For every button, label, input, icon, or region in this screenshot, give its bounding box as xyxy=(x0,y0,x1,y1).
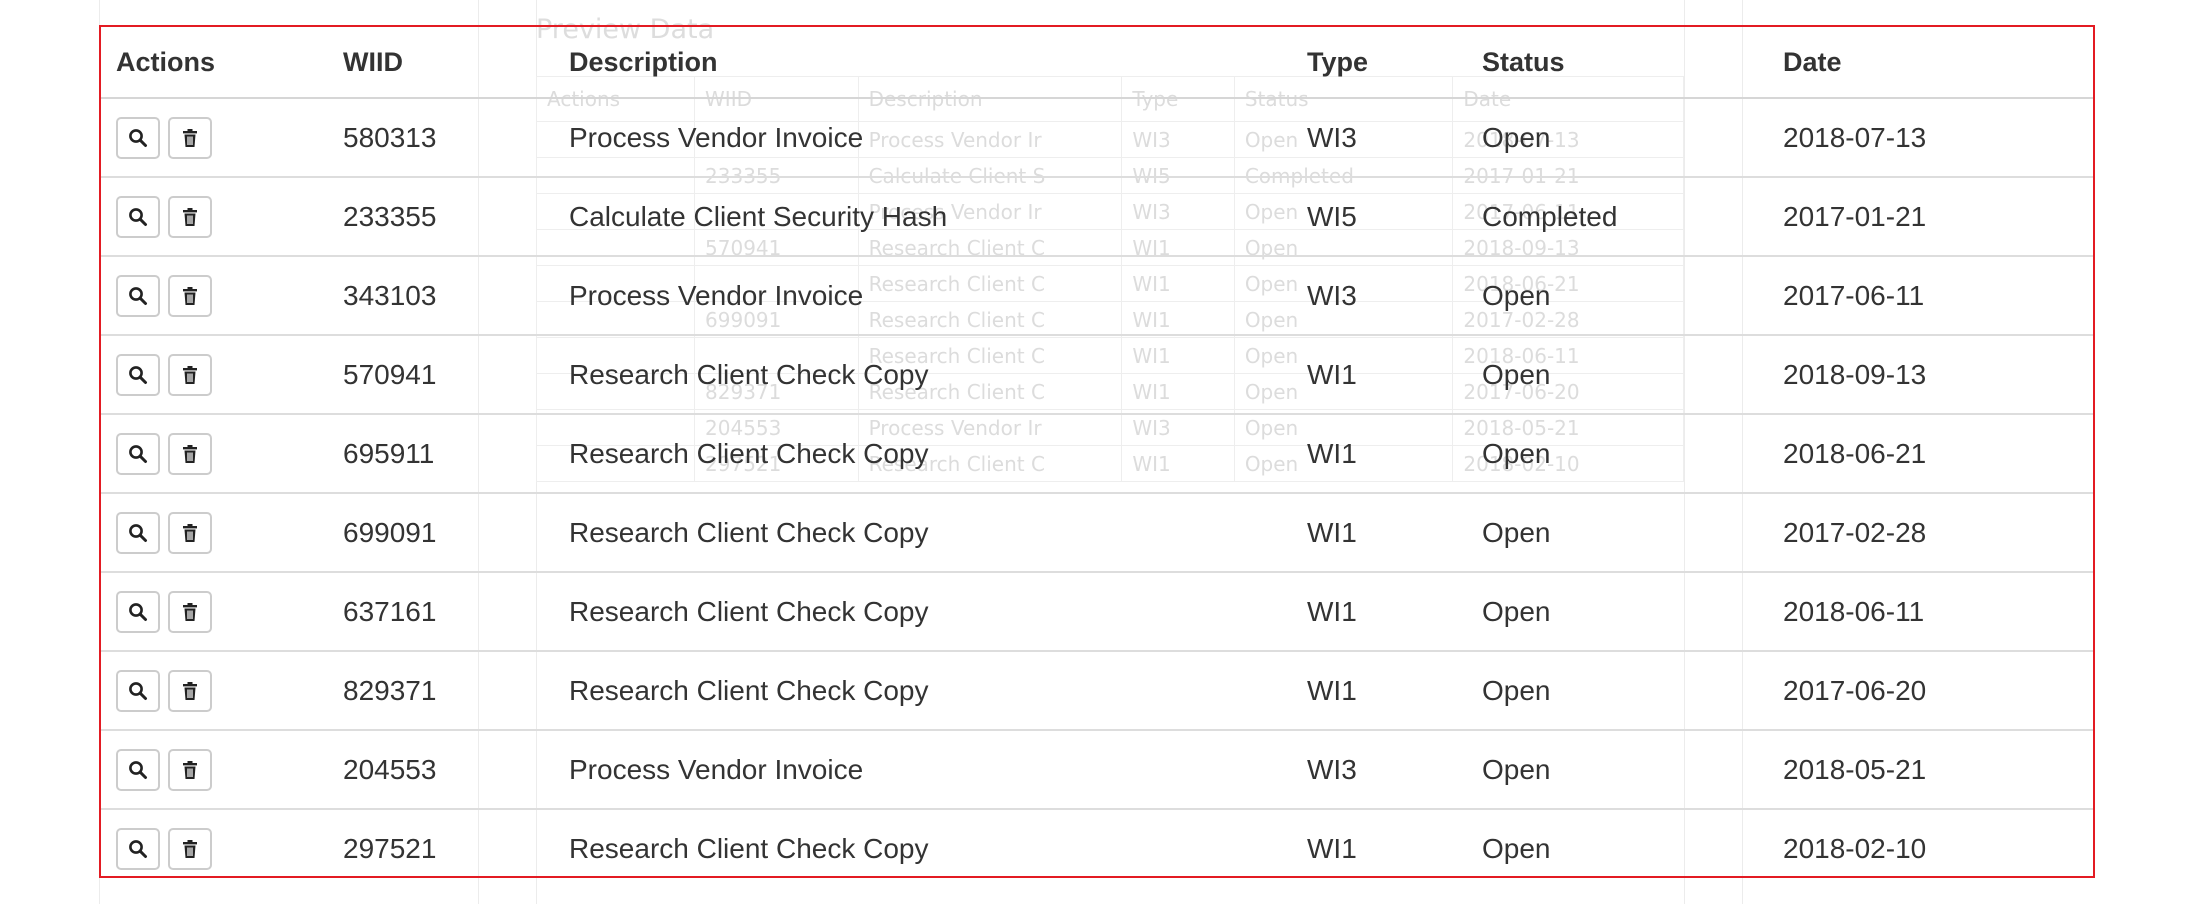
cell-type: WI5 xyxy=(1307,177,1482,257)
cell-status: Open xyxy=(1482,98,1783,178)
delete-button[interactable] xyxy=(168,274,212,317)
cell-status: Completed xyxy=(1482,177,1783,257)
view-button[interactable] xyxy=(116,432,160,475)
view-button[interactable] xyxy=(116,116,160,159)
cell-description: Research Client Check Copy xyxy=(569,493,1307,573)
cell-date: 2018-05-21 xyxy=(1783,730,2093,810)
cell-type: WI1 xyxy=(1307,335,1482,415)
cell-description: Research Client Check Copy xyxy=(569,651,1307,731)
cell-wiid: 637161 xyxy=(343,572,569,652)
delete-button[interactable] xyxy=(168,511,212,554)
view-button[interactable] xyxy=(116,590,160,633)
table-row: 637161 Research Client Check Copy WI1 Open 2… xyxy=(101,572,2093,652)
delete-button[interactable] xyxy=(168,669,212,712)
view-button[interactable] xyxy=(116,195,160,238)
row-actions xyxy=(101,98,343,178)
cell-type: WI1 xyxy=(1307,651,1482,731)
cell-wiid: 829371 xyxy=(343,651,569,731)
row-actions xyxy=(101,177,343,257)
delete-button[interactable] xyxy=(168,195,212,238)
cell-type: WI1 xyxy=(1307,832,1357,864)
cell-date: 2018-06-11 xyxy=(1783,572,2093,652)
cell-description: Process Vendor Invoice xyxy=(569,256,1307,336)
view-button[interactable] xyxy=(116,511,160,554)
table-row: 233355 Calculate Client Security Hash WI5 C… xyxy=(101,177,2093,257)
table-header-row: Actions WIID Description Type Status Dat… xyxy=(101,27,2093,99)
cell-status: Open xyxy=(1482,572,1783,652)
column-header-status[interactable]: Status xyxy=(1482,27,1783,99)
column-header-type[interactable]: Type xyxy=(1307,27,1482,99)
table-row: 699091 Research Client Check Copy WI1 Open 2… xyxy=(101,493,2093,573)
column-header-wiid[interactable]: WIID xyxy=(343,27,569,99)
delete-button[interactable] xyxy=(168,590,212,633)
table-row: 297521 Research Client Check Copy WI1 Open 2… xyxy=(101,809,2093,887)
view-button[interactable] xyxy=(116,748,160,791)
view-button[interactable] xyxy=(116,353,160,396)
view-button[interactable] xyxy=(116,827,160,870)
table-row: 343103 Process Vendor Invoice WI3 Open 2017-… xyxy=(101,256,2093,336)
cell-type: WI3 xyxy=(1307,730,1482,810)
cell-date: 2018-02-10 xyxy=(1783,832,1927,864)
work-items-table: Actions WIID Description Type Status Dat… xyxy=(101,27,2093,887)
cell-wiid: 695911 xyxy=(343,414,569,494)
view-button[interactable] xyxy=(116,274,160,317)
row-actions xyxy=(101,730,343,810)
cell-type: WI1 xyxy=(1307,493,1482,573)
row-actions xyxy=(101,809,343,887)
cell-description: Research Client Check Copy xyxy=(569,414,1307,494)
cell-type: WI3 xyxy=(1307,256,1482,336)
table-row: 580313 Process Vendor Invoice WI3 Open 2018-… xyxy=(101,98,2093,178)
row-actions xyxy=(101,651,343,731)
cell-status: Open xyxy=(1482,335,1783,415)
row-actions xyxy=(101,256,343,336)
cell-status: Open xyxy=(1482,256,1783,336)
row-actions xyxy=(101,493,343,573)
row-actions xyxy=(101,414,343,494)
row-actions xyxy=(101,572,343,652)
row-actions xyxy=(101,335,343,415)
table-row: 570941 Research Client Check Copy WI1 Open 2… xyxy=(101,335,2093,415)
cell-wiid: 580313 xyxy=(343,98,569,178)
column-header-date[interactable]: Date xyxy=(1783,27,2093,99)
cell-wiid: 204553 xyxy=(343,730,569,810)
cell-wiid: 233355 xyxy=(343,177,569,257)
cell-status: Open xyxy=(1482,414,1783,494)
column-header-actions: Actions xyxy=(101,27,343,99)
cell-date: 2017-01-21 xyxy=(1783,177,2093,257)
delete-button[interactable] xyxy=(168,116,212,159)
delete-button[interactable] xyxy=(168,827,212,870)
table-row: 829371 Research Client Check Copy WI1 Open 2… xyxy=(101,651,2093,731)
cell-wiid: 699091 xyxy=(343,493,569,573)
cell-date: 2017-06-20 xyxy=(1783,651,2093,731)
delete-button[interactable] xyxy=(168,432,212,475)
cell-description: Calculate Client Security Hash xyxy=(569,177,1307,257)
table-row: 695911 Research Client Check Copy WI1 Open 2… xyxy=(101,414,2093,494)
cell-date: 2018-07-13 xyxy=(1783,98,2093,178)
cell-status: Open xyxy=(1482,730,1783,810)
cell-status: Open xyxy=(1482,832,1551,864)
cell-description: Process Vendor Invoice xyxy=(569,730,1307,810)
cell-status: Open xyxy=(1482,651,1783,731)
table-row: 204553 Process Vendor Invoice WI3 Open 2018-… xyxy=(101,730,2093,810)
delete-button[interactable] xyxy=(168,353,212,396)
column-header-description[interactable]: Description xyxy=(569,27,1307,99)
cell-description: Process Vendor Invoice xyxy=(569,98,1307,178)
cell-type: WI1 xyxy=(1307,572,1482,652)
cell-wiid: 570941 xyxy=(343,335,569,415)
cell-description: Research Client Check Copy xyxy=(569,335,1307,415)
cell-status: Open xyxy=(1482,493,1783,573)
cell-wiid: 297521 xyxy=(343,832,437,864)
cell-wiid: 343103 xyxy=(343,256,569,336)
cell-description: Research Client Check Copy xyxy=(569,832,929,864)
view-button[interactable] xyxy=(116,669,160,712)
delete-button[interactable] xyxy=(168,748,212,791)
cell-type: WI1 xyxy=(1307,414,1482,494)
cell-type: WI3 xyxy=(1307,98,1482,178)
cell-description: Research Client Check Copy xyxy=(569,572,1307,652)
cell-date: 2018-09-13 xyxy=(1783,335,2093,415)
cell-date: 2017-02-28 xyxy=(1783,493,2093,573)
cell-date: 2018-06-21 xyxy=(1783,414,2093,494)
cell-date: 2017-06-11 xyxy=(1783,256,2093,336)
